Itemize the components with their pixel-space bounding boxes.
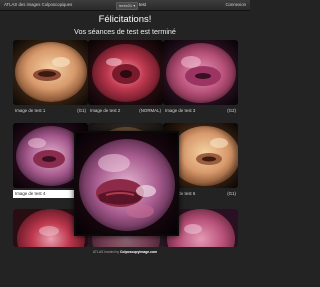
test-image-tile[interactable]: Image de test 1 (G1) — [13, 40, 88, 118]
image-preview-popup[interactable] — [74, 131, 179, 236]
tile-grade: (G2) — [227, 108, 236, 113]
tile-label: Image de test 4 — [15, 191, 46, 196]
footer-prefix: ATLAS hosted by — [92, 250, 120, 254]
user-menu-dropdown[interactable]: ieréx01 ▾ — [116, 2, 139, 10]
test-link[interactable]: test — [139, 0, 146, 10]
test-image-tile[interactable]: Image de test 2 (NORMAL) — [88, 40, 163, 118]
colposcopy-image[interactable] — [88, 40, 163, 105]
tile-grade: (G1) — [77, 108, 86, 113]
app-bar: ATLAS des images Colposcopiques ieréx01 … — [0, 0, 250, 11]
page-subtitle: Vos séances de test est terminé — [74, 27, 176, 36]
enlarged-colposcopy-image — [76, 133, 177, 234]
app-brand[interactable]: ATLAS des images Colposcopiques — [4, 0, 72, 10]
footer: ATLAS hosted by Colposcopyimage.com — [0, 250, 250, 255]
tile-label: Image de test 1 — [15, 108, 46, 113]
tile-grade: (NORMAL) — [139, 108, 161, 113]
colposcopy-image[interactable] — [13, 40, 88, 105]
tile-label: Image de test 3 — [165, 108, 196, 113]
login-link[interactable]: Connexion — [225, 0, 246, 10]
test-image-tile[interactable]: Image de test 3 (G2) — [163, 40, 238, 118]
tile-grade: (G1) — [227, 191, 236, 196]
tile-label: Image de test 2 — [90, 108, 121, 113]
page-title: Félicitations! — [98, 14, 152, 25]
footer-site-link[interactable]: Colposcopyimage.com — [120, 250, 157, 254]
colposcopy-image[interactable] — [163, 40, 238, 105]
